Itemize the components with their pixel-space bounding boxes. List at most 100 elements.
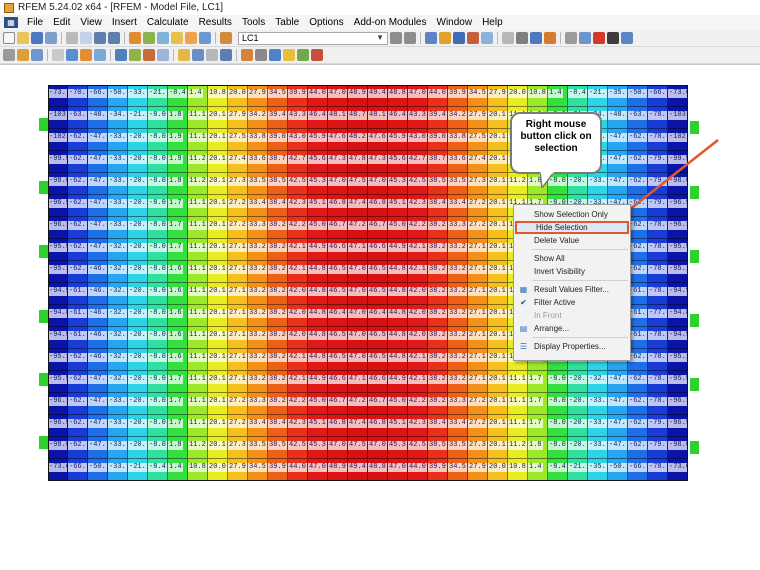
plate-cell[interactable]: 11.1 <box>188 217 208 239</box>
plate-cell[interactable]: 47.0 <box>388 459 408 481</box>
plate-cell[interactable]: 20.1 <box>488 415 508 437</box>
plate-cell[interactable]: 46.6 <box>328 239 348 261</box>
render-icon[interactable] <box>530 32 542 44</box>
plate-cell[interactable]: 27.1 <box>228 239 248 261</box>
plate-cell[interactable]: 42.0 <box>288 305 308 327</box>
open-folder-icon[interactable] <box>17 32 29 44</box>
plate-cell[interactable]: -47. <box>88 371 108 393</box>
plate-cell[interactable]: 44.8 <box>388 261 408 283</box>
plate-cell[interactable]: 33.2 <box>248 305 268 327</box>
plate-cell[interactable]: -32. <box>108 327 128 349</box>
plate-cell[interactable]: 33.2 <box>448 349 468 371</box>
plate-cell[interactable]: 11.1 <box>188 283 208 305</box>
plate-cell[interactable]: 46.5 <box>368 283 388 305</box>
search-icon[interactable] <box>143 32 155 44</box>
plate-cell[interactable]: -79. <box>648 415 668 437</box>
plate-cell[interactable]: 39.9 <box>288 85 308 107</box>
menu-item-arrange[interactable]: ▤ Arrange... <box>515 322 629 335</box>
plate-cell[interactable]: 1.7 <box>528 393 548 415</box>
plate-cell[interactable]: 38.2 <box>428 217 448 239</box>
plate-cell[interactable]: -47. <box>88 195 108 217</box>
plate-cell[interactable]: 42.0 <box>408 327 428 349</box>
plate-cell[interactable]: 1.9 <box>168 129 188 151</box>
plate-cell[interactable]: 44.8 <box>388 283 408 305</box>
plate-cell[interactable]: 1.8 <box>168 107 188 129</box>
plate-cell[interactable]: -73.66 <box>48 459 68 481</box>
plate-cell[interactable]: 27.2 <box>468 195 488 217</box>
plate-cell[interactable]: -62. <box>628 195 648 217</box>
plate-cell[interactable]: -62. <box>68 217 88 239</box>
save-icon[interactable] <box>31 32 43 44</box>
plate-cell[interactable]: -32. <box>588 371 608 393</box>
plate-cell[interactable]: 1.7 <box>168 393 188 415</box>
plate-cell[interactable]: -78. <box>648 459 668 481</box>
plate-cell[interactable]: -20. <box>568 437 588 459</box>
plate-cell[interactable]: 27.1 <box>228 349 248 371</box>
plate-cell[interactable]: -33. <box>588 173 608 195</box>
plate-cell[interactable]: 42.0 <box>408 305 428 327</box>
menu-insert[interactable]: Insert <box>107 17 142 28</box>
plate-cell[interactable]: 20.1 <box>208 393 228 415</box>
plate-cell[interactable]: 42.3 <box>408 195 428 217</box>
plate-cell[interactable]: 47.2 <box>348 217 368 239</box>
plate-cell[interactable]: 45.9 <box>308 129 328 151</box>
plate-cell[interactable]: 27.1 <box>228 305 248 327</box>
menu-results[interactable]: Results <box>194 17 237 28</box>
plate-cell[interactable]: 27.9 <box>468 107 488 129</box>
help-icon[interactable] <box>621 32 633 44</box>
plate-cell[interactable]: 20.1 <box>208 195 228 217</box>
plate-cell[interactable]: 33.8 <box>448 129 468 151</box>
plate-cell[interactable]: 20.1 <box>208 173 228 195</box>
plate-cell[interactable]: -8.4 <box>548 459 568 481</box>
plate-cell[interactable]: 27.9 <box>468 459 488 481</box>
plate-cell[interactable]: -32. <box>108 283 128 305</box>
plate-cell[interactable]: 44.8 <box>308 283 328 305</box>
plate-cell[interactable]: 11.1 <box>188 107 208 129</box>
plate-cell[interactable]: -98.05 <box>48 173 68 195</box>
plate-cell[interactable]: -33. <box>108 129 128 151</box>
max-min-icon[interactable] <box>311 49 323 61</box>
plate-cell[interactable]: -20. <box>128 173 148 195</box>
plate-cell[interactable]: -103.45 <box>48 107 68 129</box>
plate-cell[interactable]: -20. <box>128 327 148 349</box>
plate-cell[interactable]: -79. <box>648 173 668 195</box>
plate-cell[interactable]: -20. <box>128 195 148 217</box>
plate-cell[interactable]: 20.1 <box>488 327 508 349</box>
plate-cell[interactable]: 1.8 <box>168 437 188 459</box>
plate-cell[interactable]: 44.8 <box>388 327 408 349</box>
plate-cell[interactable]: 33.2 <box>248 327 268 349</box>
plate-cell[interactable]: 33.2 <box>448 305 468 327</box>
plate-cell[interactable]: 27.9 <box>228 107 248 129</box>
plate-cell[interactable]: 33.8 <box>248 129 268 151</box>
plate-cell[interactable]: -79. <box>648 437 668 459</box>
plate-cell[interactable]: 38.7 <box>268 151 288 173</box>
plate-cell[interactable]: -66. <box>88 85 108 107</box>
result-table-icon[interactable] <box>269 49 281 61</box>
plate-cell[interactable]: -61. <box>628 327 648 349</box>
plate-cell[interactable]: 46.4 <box>308 107 328 129</box>
plate-cell[interactable]: -95.19 <box>668 261 688 283</box>
plate-cell[interactable]: 42.0 <box>288 283 308 305</box>
plate-cell[interactable]: 47.3 <box>368 151 388 173</box>
plate-cell[interactable]: 20.1 <box>488 437 508 459</box>
plate-cell[interactable]: 47.0 <box>368 173 388 195</box>
plate-cell[interactable]: -78. <box>648 371 668 393</box>
plate-cell[interactable]: 27.2 <box>228 195 248 217</box>
plate-cell[interactable]: 27.1 <box>228 261 248 283</box>
plate-cell[interactable]: 11.1 <box>188 349 208 371</box>
plate-cell[interactable]: 27.1 <box>468 239 488 261</box>
folder-icon[interactable] <box>171 32 183 44</box>
plate-cell[interactable]: 46.8 <box>368 195 388 217</box>
plate-cell[interactable]: 38.4 <box>268 195 288 217</box>
plate-cell[interactable]: 33.3 <box>248 393 268 415</box>
plate-cell[interactable]: -47. <box>608 415 628 437</box>
plate-cell[interactable]: 44.0 <box>308 85 328 107</box>
plate-cell[interactable]: -20. <box>128 393 148 415</box>
edit-icon[interactable] <box>129 32 141 44</box>
line-tool-icon[interactable] <box>17 49 29 61</box>
document-menu-icon[interactable]: ▦ <box>4 17 18 28</box>
plate-cell[interactable]: 38.5 <box>268 437 288 459</box>
plate-cell[interactable]: -94.89 <box>48 305 68 327</box>
plate-cell[interactable]: 34.2 <box>448 107 468 129</box>
plate-cell[interactable]: 33.4 <box>448 415 468 437</box>
